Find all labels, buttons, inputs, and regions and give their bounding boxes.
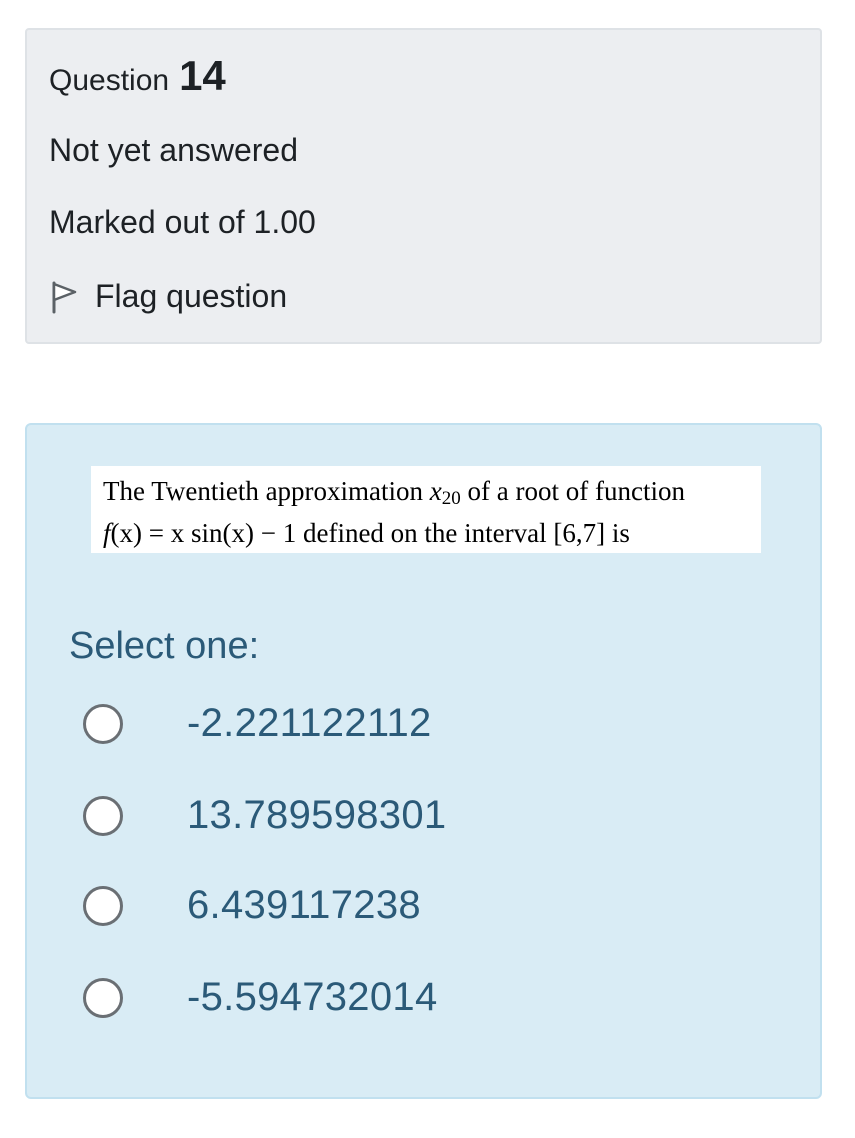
question-info-panel: Question 14 Not yet answered Marked out … <box>25 28 822 344</box>
answer-option-3[interactable]: 6.439117238 <box>83 883 421 928</box>
question-math-part: (x) = x <box>110 518 191 548</box>
question-variable-subscript: 20 <box>441 488 461 509</box>
radio-button[interactable] <box>83 795 123 836</box>
question-text-image: The Twentieth approximation x20 of a roo… <box>91 466 761 553</box>
answer-option-label[interactable]: -5.594732014 <box>187 975 438 1020</box>
question-text-part: The Twentieth approximation <box>103 476 430 506</box>
question-sin: sin <box>190 518 223 548</box>
select-one-prompt: Select one: <box>69 625 260 667</box>
question-label: Question <box>49 64 170 97</box>
radio-button[interactable] <box>83 703 123 744</box>
question-state: Not yet answered <box>49 132 299 168</box>
question-text-line-2: f(x) = x sin(x) − 1 defined on the inter… <box>103 516 751 550</box>
question-function-name: f <box>103 518 111 548</box>
answer-option-label[interactable]: 13.789598301 <box>187 793 446 838</box>
answer-option-1[interactable]: -2.221122112 <box>83 701 432 746</box>
question-number: 14 <box>179 52 226 99</box>
question-number-heading: Question 14 <box>49 52 226 100</box>
question-grade: Marked out of 1.00 <box>49 204 316 240</box>
radio-button[interactable] <box>83 885 123 926</box>
question-text-part: of a root of function <box>460 476 685 506</box>
answer-option-label[interactable]: -2.221122112 <box>187 701 432 746</box>
question-text-part: defined on the interval [6,7] is <box>296 518 630 548</box>
question-variable: x <box>429 476 442 506</box>
flag-question-label: Flag question <box>95 278 288 314</box>
answer-option-2[interactable]: 13.789598301 <box>83 793 446 838</box>
answer-option-label[interactable]: 6.439117238 <box>187 883 421 928</box>
question-text-line-1: The Twentieth approximation x20 of a roo… <box>103 474 751 516</box>
flag-question-link[interactable]: Flag question <box>49 278 287 315</box>
radio-button[interactable] <box>83 977 123 1018</box>
question-content-panel: The Twentieth approximation x20 of a roo… <box>25 423 822 1099</box>
question-math-part: (x) − 1 <box>222 518 297 548</box>
flag-icon <box>49 280 79 314</box>
answer-option-4[interactable]: -5.594732014 <box>83 975 438 1020</box>
